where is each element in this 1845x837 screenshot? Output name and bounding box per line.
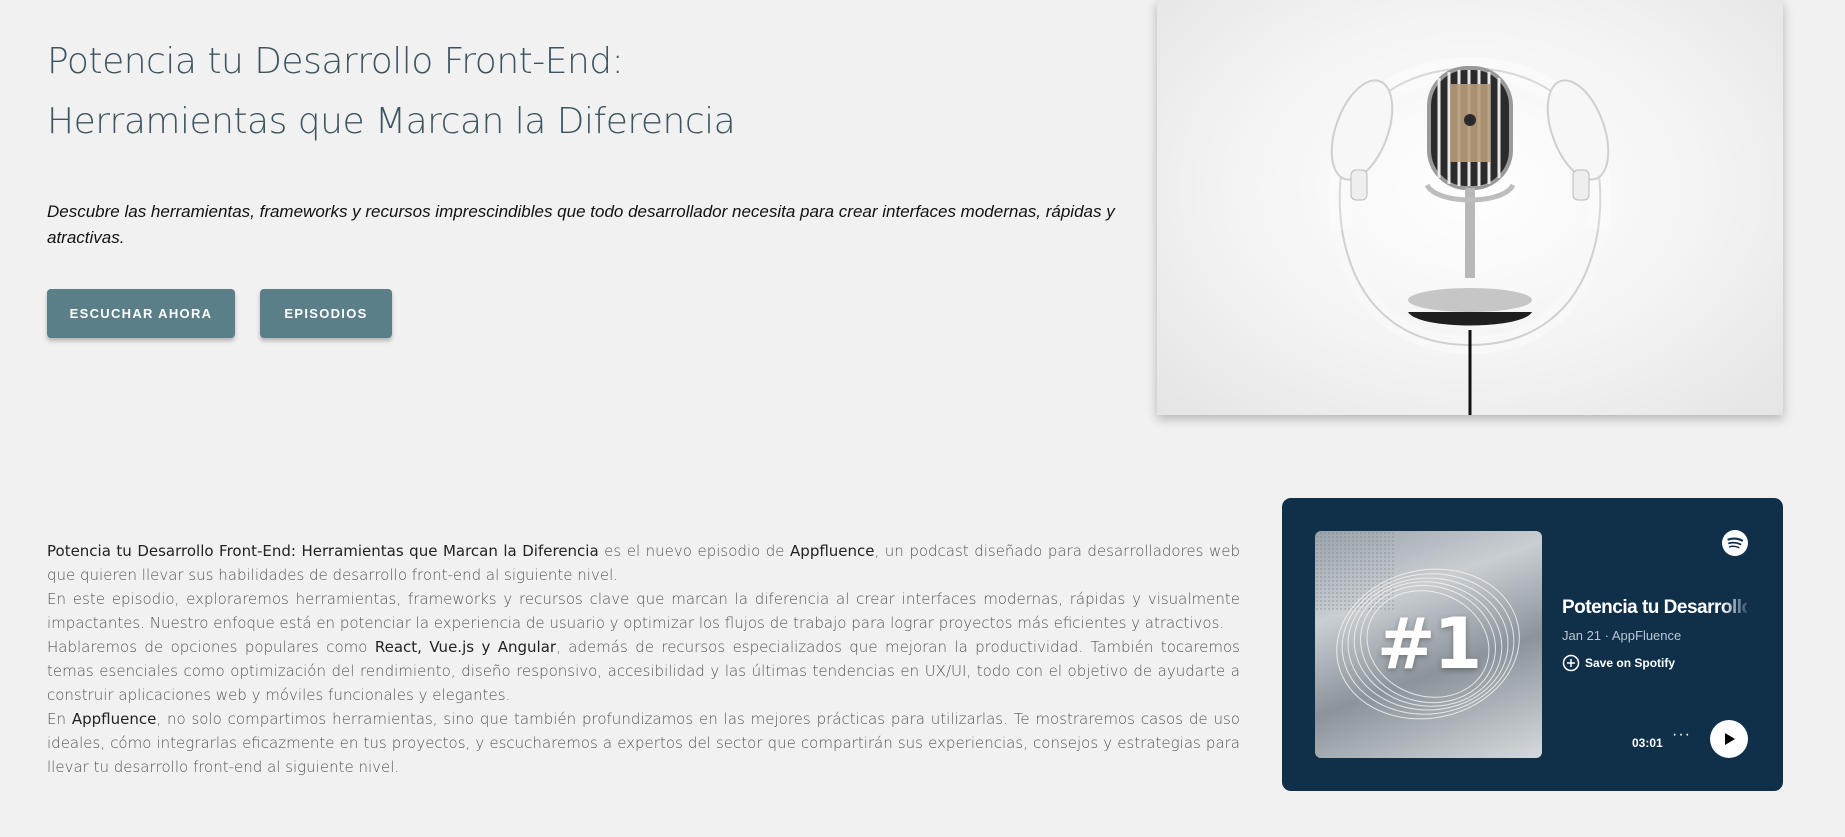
- spotify-icon[interactable]: [1722, 530, 1748, 556]
- microphone-icon: [1328, 56, 1612, 415]
- spotify-embed-player[interactable]: #1 Potencia tu Desarrollo Front-End Jan …: [1282, 498, 1783, 791]
- hero-title: Potencia tu Desarrollo Front-End: Herram…: [47, 32, 1107, 152]
- description-text: En: [47, 710, 72, 728]
- description-paragraph-4: En Appfluence, no solo compartimos herra…: [47, 707, 1240, 779]
- hero-title-line2: Herramientas que Marcan la Diferencia: [47, 101, 736, 142]
- plus-circle-icon: [1562, 654, 1580, 672]
- episode-description: Potencia tu Desarrollo Front-End: Herram…: [47, 539, 1240, 779]
- play-icon: [1725, 733, 1735, 745]
- episode-name: Potencia tu Desarrollo Front-End: Herram…: [47, 542, 599, 560]
- description-text: , no solo compartimos herramientas, sino…: [47, 710, 1240, 776]
- cover-number: #1: [1376, 603, 1482, 685]
- play-button[interactable]: [1710, 720, 1748, 758]
- brand-name: Appfluence: [790, 542, 875, 560]
- episodes-button[interactable]: EPISODIOS: [260, 289, 392, 338]
- save-on-spotify-button[interactable]: Save on Spotify: [1562, 654, 1675, 672]
- listen-now-button[interactable]: ESCUCHAR AHORA: [47, 289, 235, 338]
- description-text: Hablaremos de opciones populares como: [47, 638, 375, 656]
- hero-subtitle: Descubre las herramientas, frameworks y …: [47, 202, 1115, 247]
- episode-title[interactable]: Potencia tu Desarrollo Front-End: [1562, 597, 1747, 619]
- description-text: es el nuevo episodio de: [598, 542, 791, 560]
- title-fade: [1722, 594, 1752, 624]
- episode-cover-art: #1: [1315, 531, 1542, 758]
- description-paragraph-2: En este episodio, exploraremos herramien…: [47, 590, 1240, 632]
- brand-name: Appfluence: [71, 710, 157, 728]
- save-label: Save on Spotify: [1585, 656, 1676, 670]
- hero-microphone-image: [1157, 0, 1783, 415]
- episode-meta[interactable]: Jan 21 · AppFluence: [1562, 628, 1681, 643]
- description-paragraph-3: Hablaremos de opciones populares como Re…: [47, 635, 1240, 707]
- description-paragraph-1: Potencia tu Desarrollo Front-End: Herram…: [47, 539, 1240, 587]
- more-icon[interactable]: ···: [1672, 726, 1691, 744]
- episode-duration: 03:01: [1632, 736, 1663, 750]
- frameworks-list: React, Vue.js y Angular: [374, 638, 557, 656]
- hero-title-line1: Potencia tu Desarrollo Front-End:: [47, 41, 624, 82]
